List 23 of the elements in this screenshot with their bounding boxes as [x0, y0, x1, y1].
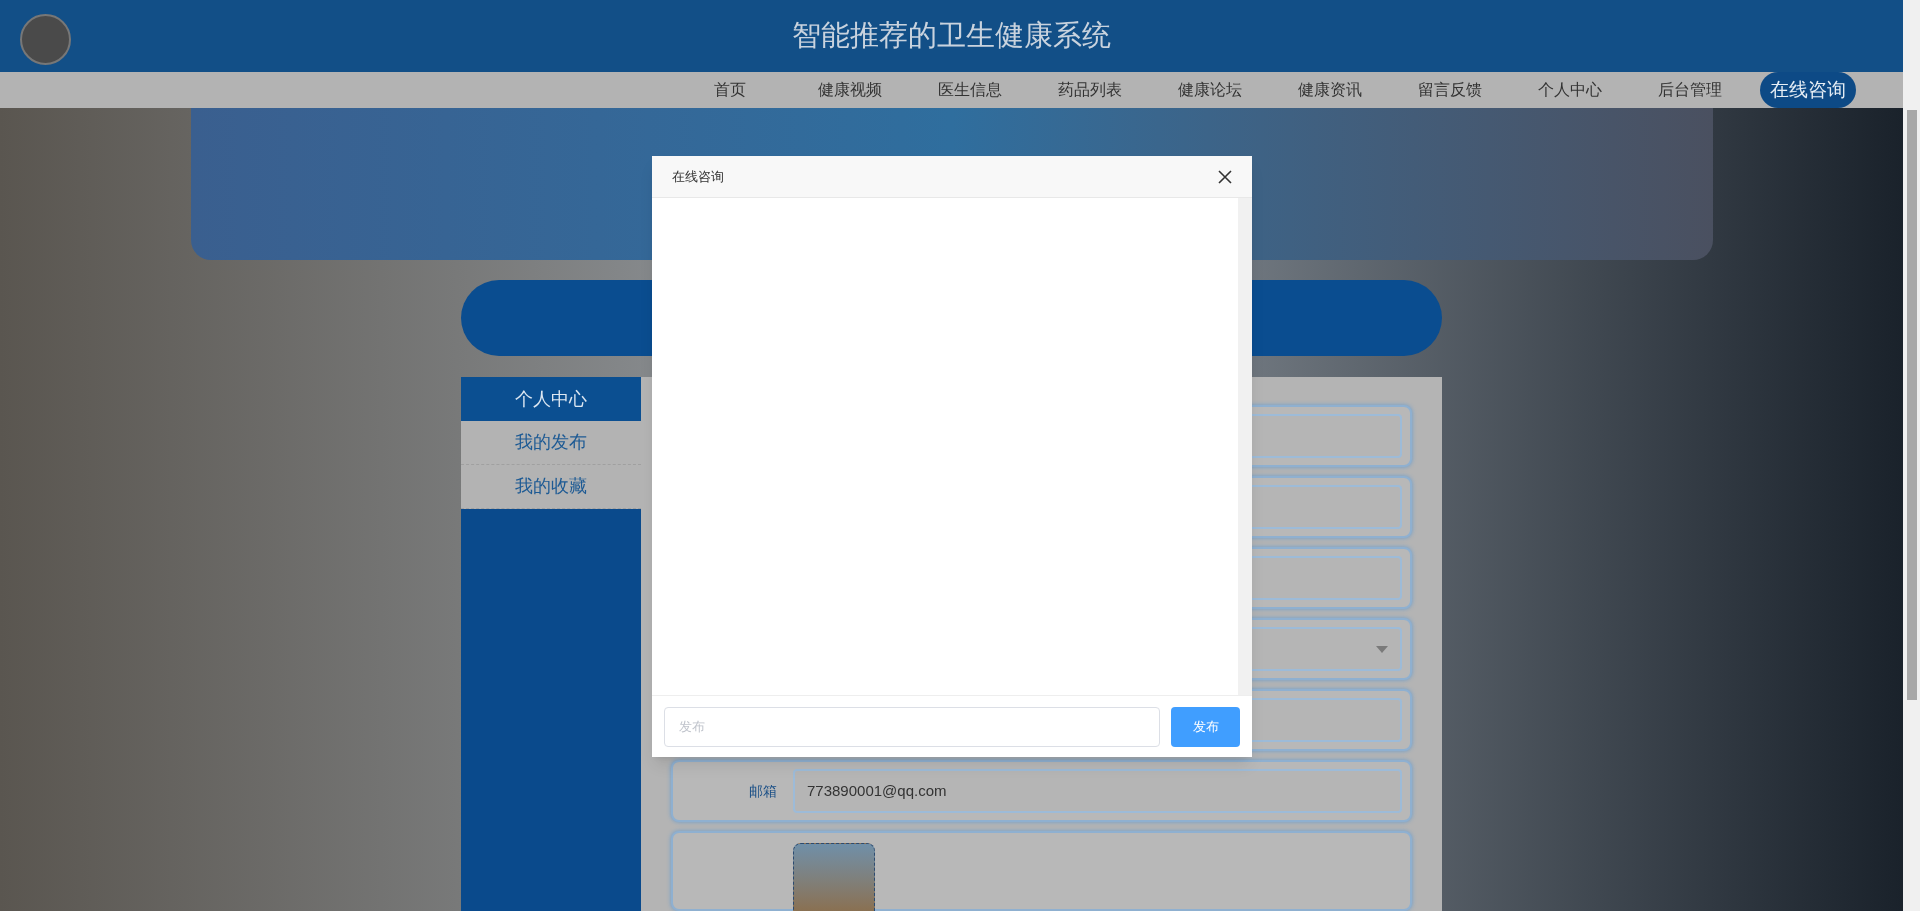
nav-link[interactable]: 后台管理: [1658, 78, 1722, 102]
sidebar-item[interactable]: 我的收藏: [461, 465, 641, 509]
nav-link[interactable]: 健康视频: [818, 78, 882, 102]
avatar-photo[interactable]: [793, 843, 875, 911]
nav-link[interactable]: 个人中心: [1538, 78, 1602, 102]
nav-link[interactable]: 健康论坛: [1178, 78, 1242, 102]
consult-button[interactable]: 在线咨询: [1760, 72, 1856, 108]
nav-link[interactable]: 留言反馈: [1418, 78, 1482, 102]
nav-link[interactable]: 首页: [714, 78, 746, 102]
site-title: 智能推荐的卫生健康系统: [792, 18, 1111, 54]
nav-link[interactable]: 医生信息: [938, 78, 1002, 102]
dialog-title: 在线咨询: [672, 167, 724, 186]
field-label: 邮箱: [749, 781, 777, 801]
caret-icon: [1376, 645, 1388, 653]
logo-icon[interactable]: [20, 14, 71, 65]
nav-link[interactable]: 健康资讯: [1298, 78, 1362, 102]
close-icon[interactable]: [1218, 169, 1232, 184]
sidebar-item[interactable]: 我的发布: [461, 421, 641, 465]
sidebar-item[interactable]: 个人中心: [461, 377, 641, 421]
input-field[interactable]: 773890001@qq.com: [793, 769, 1402, 813]
field-value: 773890001@qq.com: [807, 780, 947, 801]
nav-link[interactable]: 药品列表: [1058, 78, 1122, 102]
message-input[interactable]: 发布: [664, 706, 1160, 747]
